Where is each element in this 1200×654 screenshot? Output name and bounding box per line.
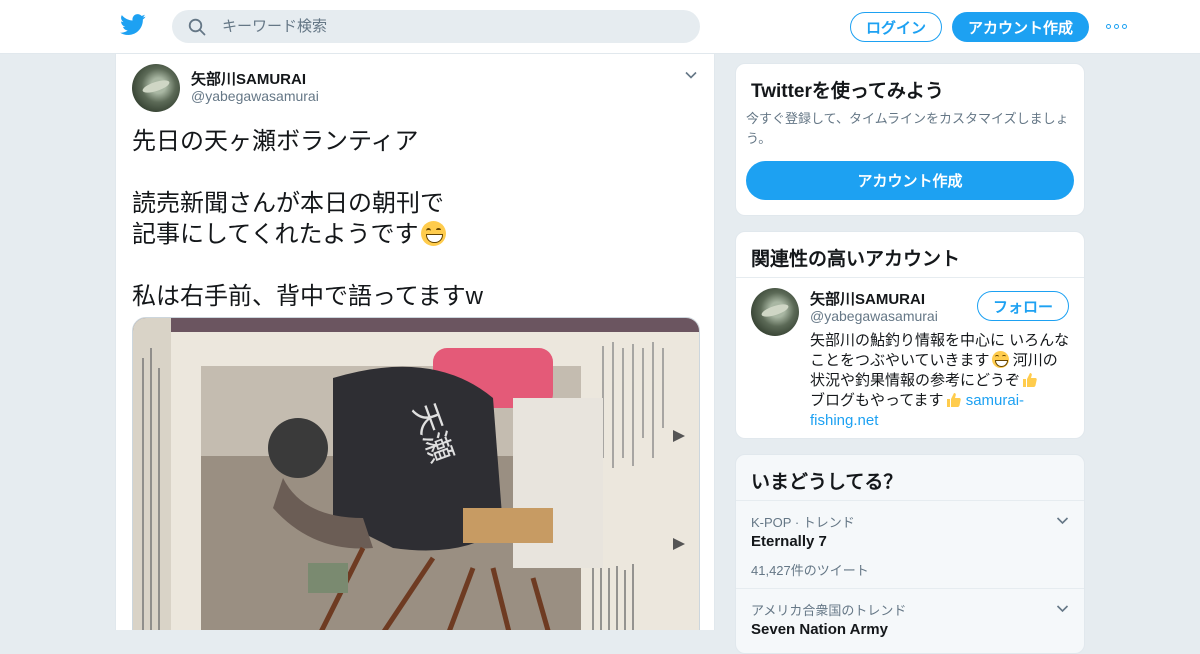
account-bio: 矢部川の鮎釣り情報を中心に いろんなことをつぶやいていきます 河川の状況や釣果情…: [810, 331, 1072, 431]
more-options-icon[interactable]: [1106, 18, 1130, 34]
related-accounts-card: 関連性の高いアカウント 矢部川SAMURAI @yabegawasamurai …: [735, 231, 1085, 439]
twitter-bird-icon[interactable]: [120, 14, 146, 36]
tweet-blank-line: [132, 250, 692, 281]
trend-name[interactable]: Eternally 7: [751, 533, 827, 550]
signup-button[interactable]: アカウント作成: [952, 12, 1089, 42]
tweet-line: 記事にしてくれたようです: [132, 219, 692, 250]
trend-tweet-count: 41,427件のツイート: [751, 563, 869, 578]
chevron-down-icon[interactable]: [684, 68, 698, 82]
thumbs-up-emoji-icon: [1023, 373, 1037, 387]
grinning-face-emoji-icon: [991, 351, 1009, 368]
thumbs-up-emoji-icon: [946, 393, 961, 407]
tweet-photo[interactable]: 天瀬: [132, 317, 700, 630]
author-name[interactable]: 矢部川SAMURAI: [191, 68, 306, 89]
search-input[interactable]: [222, 10, 682, 43]
trend-category: アメリカ合衆国のトレンド: [751, 603, 907, 618]
search-bar: [172, 10, 700, 43]
card-title: Twitterを使ってみよう: [751, 81, 944, 102]
tweet-blank-line: [132, 157, 692, 188]
card-title: いまどうしてる？: [751, 472, 903, 493]
signup-prompt-card: Twitterを使ってみよう 今すぐ登録して、タイムラインをカスタマイズしましょ…: [735, 63, 1085, 216]
trend-item[interactable]: K-POP · トレンド Eternally 7 41,427件のツイート: [736, 500, 1084, 588]
avatar[interactable]: [751, 288, 799, 336]
tweet-line: 私は右手前、背中で語ってますw: [132, 283, 483, 310]
grinning-face-emoji-icon: [420, 221, 446, 246]
newspaper-photo-image: 天瀬: [133, 318, 699, 630]
card-title: 関連性の高いアカウント: [751, 249, 961, 270]
search-icon: [188, 18, 206, 36]
account-handle[interactable]: @yabegawasamurai: [810, 308, 938, 324]
login-button[interactable]: ログイン: [850, 12, 942, 42]
tweet-line-text: 記事にしてくれたようです: [132, 221, 419, 248]
chevron-down-icon[interactable]: [1056, 602, 1069, 615]
tweet-card: 矢部川SAMURAI @yabegawasamurai 先日の天ヶ瀬ボランティア…: [115, 54, 715, 630]
trends-card: いまどうしてる？ K-POP · トレンド Eternally 7 41,427…: [735, 454, 1085, 654]
tweet-line: 先日の天ヶ瀬ボランティア: [132, 128, 419, 155]
bio-text: ブログもやってます: [810, 392, 944, 409]
avatar[interactable]: [132, 64, 180, 112]
tweet-line: 読売新聞さんが本日の朝刊で: [132, 190, 444, 217]
trend-item[interactable]: アメリカ合衆国のトレンド Seven Nation Army: [736, 588, 1084, 653]
account-name[interactable]: 矢部川SAMURAI: [810, 288, 925, 309]
author-handle[interactable]: @yabegawasamurai: [191, 88, 319, 104]
follow-button[interactable]: フォロー: [977, 291, 1069, 321]
top-navigation-bar: ログイン アカウント作成: [0, 0, 1200, 54]
tweet-text: 先日の天ヶ瀬ボランティア 読売新聞さんが本日の朝刊で 記事にしてくれたようです …: [132, 126, 692, 312]
chevron-down-icon[interactable]: [1056, 514, 1069, 527]
card-subtitle: 今すぐ登録して、タイムラインをカスタマイズしましょう。: [746, 111, 1069, 146]
trend-category: K-POP · トレンド: [751, 515, 855, 530]
divider: [736, 277, 1084, 278]
create-account-button[interactable]: アカウント作成: [746, 161, 1074, 200]
